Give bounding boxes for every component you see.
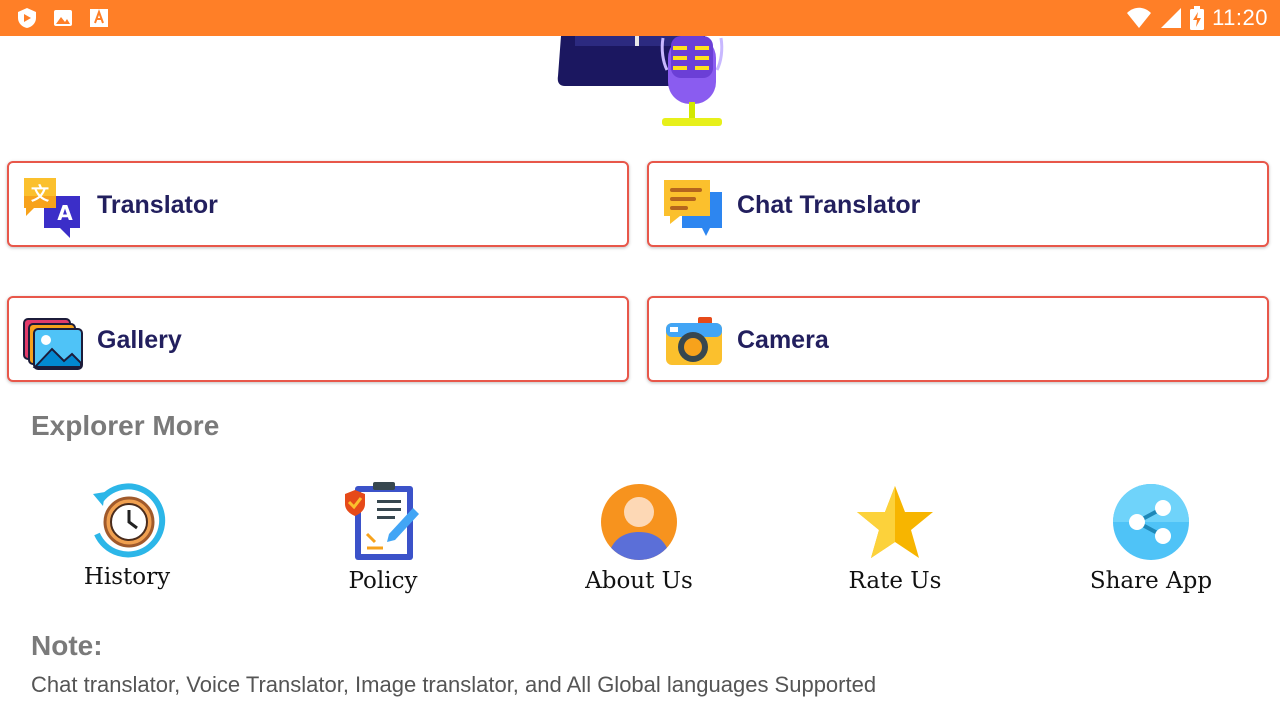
translate-icon: 文 A [24,178,80,238]
translator-label: Translator [97,191,218,219]
share-app-button[interactable]: Share App [1061,482,1241,602]
gallery-label: Gallery [97,326,182,354]
rate-us-button[interactable]: Rate Us [805,482,985,602]
history-clock-icon [93,483,166,558]
rate-us-label: Rate Us [848,568,942,594]
status-bar: 11:20 [0,0,1280,36]
image-icon [54,10,72,26]
about-user-icon [601,484,677,560]
battery-charging-icon [1190,6,1205,30]
font-icon [90,9,108,27]
gallery-button[interactable]: Gallery [7,296,629,382]
chat-bubbles-icon [664,180,722,236]
camera-label: Camera [737,326,829,354]
chat-translator-label: Chat Translator [737,191,921,219]
signal-icon [1161,8,1182,28]
share-icon [1113,484,1189,560]
gallery-icon [23,318,83,370]
note-title: Note: [31,630,103,661]
status-time: 11:20 [1212,5,1268,30]
shield-icon [18,8,36,28]
camera-icon [666,317,722,365]
history-label: History [83,564,171,590]
translator-button[interactable]: 文 A Translator [7,161,629,247]
about-us-label: About Us [585,568,693,594]
share-app-label: Share App [1089,568,1213,594]
note-body: Chat translator, Voice Translator, Image… [31,672,877,697]
policy-label: Policy [348,568,418,594]
book-microphone-illustration [557,36,724,126]
wifi-icon [1127,7,1152,28]
status-left-icons [16,7,110,29]
svg-text:文: 文 [31,183,50,205]
policy-button[interactable]: Policy [293,482,473,602]
star-icon [857,486,933,558]
chat-translator-button[interactable]: Chat Translator [647,161,1269,247]
explore-section-title: Explorer More [31,410,220,441]
policy-clipboard-icon [345,482,419,560]
camera-button[interactable]: Camera [647,296,1269,382]
about-us-button[interactable]: About Us [549,482,729,602]
history-button[interactable]: History [37,482,217,602]
svg-text:A: A [57,201,73,225]
status-right-icons: 11:20 [1126,5,1268,31]
